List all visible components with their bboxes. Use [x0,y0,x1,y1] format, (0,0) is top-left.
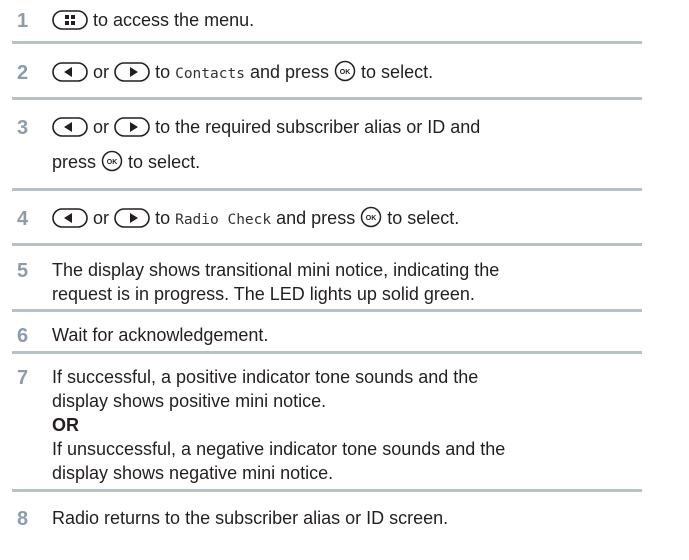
step-number: 1 [17,10,29,32]
divider [12,97,642,100]
right-navigation-button-icon [114,117,150,143]
menu-button-icon [52,10,88,36]
step-number: 6 [17,325,29,347]
divider [12,41,642,44]
divider [12,243,642,246]
divider [12,489,642,492]
or-label: OR [52,415,79,435]
left-navigation-button-icon [52,117,88,143]
ok-button-icon: OK [334,60,356,88]
svg-text:OK: OK [340,69,351,76]
divider [12,351,642,354]
ok-button-icon: OK [101,150,123,178]
divider [12,188,642,191]
step-number: 7 [17,367,29,389]
step-number: 4 [17,208,29,230]
right-navigation-button-icon [114,208,150,234]
right-navigation-button-icon [114,62,150,88]
ok-button-icon: OK [360,206,382,234]
svg-text:OK: OK [107,159,118,166]
menu-option-contacts: Contacts [175,66,245,82]
step-text: to access the menu. [93,10,255,30]
step-number: 5 [17,260,29,282]
step-number: 8 [17,508,29,530]
left-navigation-button-icon [52,208,88,234]
svg-text:OK: OK [366,215,377,222]
menu-option-radio-check: Radio Check [175,212,272,228]
step-number: 3 [17,117,29,139]
step-number: 2 [17,62,29,84]
divider [12,309,642,312]
left-navigation-button-icon [52,62,88,88]
